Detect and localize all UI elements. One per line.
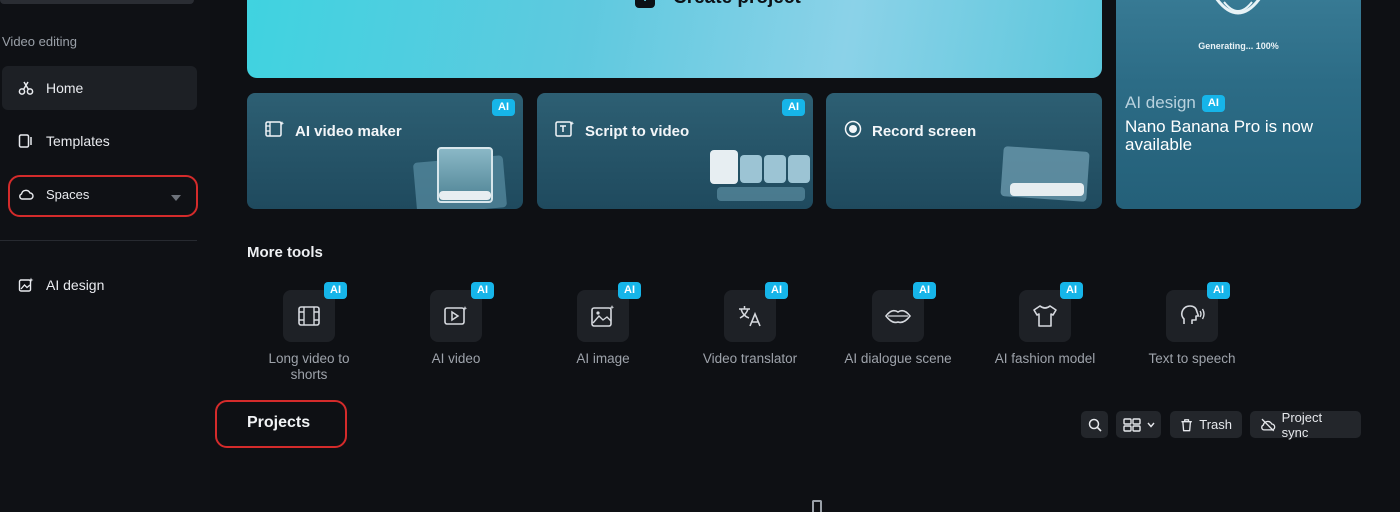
cloud-sync-icon [1261,418,1276,431]
tool-ai-video[interactable]: AI AI video [386,282,526,367]
create-project-label: Create project [673,0,801,9]
ai-design-promo-card[interactable]: Generating... 100% AI design AI Nano Ban… [1116,0,1361,209]
translate-icon [739,306,761,327]
shirt-icon [1033,305,1057,327]
project-sync-label: Project sync [1281,409,1323,440]
search-icon [1088,418,1102,432]
ai-design-icon [18,277,34,293]
ai-image-icon [591,305,615,327]
sidebar-item-label: Home [46,80,84,96]
speech-icon [1180,305,1205,324]
trash-icon [1181,418,1192,431]
promo-kicker: AI design [1125,93,1196,112]
card-title: AI video maker [295,122,402,140]
section-label-video-editing: Video editing [2,34,77,49]
ai-badge: AI [471,282,494,299]
tool-name: AI dialogue scene [844,351,952,366]
lips-icon [884,309,912,324]
card-title: Script to video [585,122,690,140]
ai-badge: AI [765,282,788,299]
long-video-icon [298,306,320,326]
sidebar-item-label: Spaces [46,186,90,202]
sidebar-top-button[interactable] [0,0,194,4]
plus-icon: + [635,0,655,8]
tool-name: Long video to shorts [268,351,350,382]
tool-name: Video translator [702,351,798,366]
ai-badge: AI [618,282,641,299]
promo-headline: Nano Banana Pro is now available [1125,117,1314,154]
logo-icon [1215,0,1261,15]
tool-ai-image[interactable]: AI AI image [533,282,673,367]
sidebar-item-spaces[interactable]: Spaces [2,172,197,216]
ai-video-maker-card[interactable]: AI AI video maker [247,93,523,209]
caret-down-icon[interactable] [171,189,181,205]
ai-video-icon [444,306,468,325]
ai-badge: AI [1201,94,1225,112]
grid-view-icon [1122,417,1141,432]
ai-badge: AI [1060,282,1083,299]
ai-badge: AI [782,99,805,116]
preview-thumbnail [788,155,810,183]
script-to-video-card[interactable]: AI Script to video [537,93,813,209]
view-toggle-button[interactable] [1116,411,1161,438]
tool-name: AI fashion model [994,351,1096,366]
project-sync-button[interactable]: Project sync [1250,409,1361,440]
tool-name: Text to speech [1148,351,1236,366]
ai-badge: AI [492,99,515,116]
tool-ai-dialogue-scene[interactable]: AI AI dialogue scene [828,282,968,367]
tool-text-to-speech[interactable]: AI Text to speech [1122,282,1262,367]
preview-thumbnail [710,150,738,184]
script-icon [555,120,575,142]
sidebar: Video editing Home Templates Spaces AI d… [0,0,210,512]
film-icon [265,120,285,142]
chevron-down-icon [1146,422,1155,428]
empty-state-icon [812,500,822,512]
tool-video-translator[interactable]: AI Video translator [680,282,820,367]
ai-badge: AI [913,282,936,299]
create-project-banner[interactable]: + Create project [247,0,1102,78]
trash-label: Trash [1199,417,1232,432]
preview-caption-bar [439,191,491,200]
tool-long-video-to-shorts[interactable]: AI Long video to shorts [239,282,379,383]
cloud-icon [18,186,34,202]
templates-icon [18,133,34,149]
sidebar-divider [0,240,197,241]
preview-thumbnail [764,155,786,183]
tool-name: AI video [431,351,481,366]
tool-name: AI image [576,351,630,366]
card-title: Record screen [872,122,977,140]
more-tools-heading: More tools [247,244,323,261]
generating-status: Generating... 100% [1198,41,1279,51]
ai-badge: AI [1207,282,1230,299]
create-project-button[interactable]: + Create project [635,0,801,9]
sidebar-item-home[interactable]: Home [2,66,197,110]
preview-thumbnail [740,155,762,183]
record-screen-card[interactable]: Record screen [826,93,1102,209]
tool-ai-fashion-model[interactable]: AI AI fashion model [975,282,1115,367]
preview-caption-bar [1010,183,1084,196]
preview-caption-bar [717,187,805,201]
record-icon [844,120,862,142]
projects-title: Projects [247,414,311,431]
home-icon [18,80,34,96]
sidebar-item-templates[interactable]: Templates [2,119,197,163]
sidebar-item-label: Templates [46,133,110,149]
search-button[interactable] [1081,411,1108,438]
sidebar-item-ai-design[interactable]: AI design [2,263,197,307]
ai-badge: AI [324,282,347,299]
sidebar-item-label: AI design [46,277,105,293]
trash-button[interactable]: Trash [1170,411,1242,438]
